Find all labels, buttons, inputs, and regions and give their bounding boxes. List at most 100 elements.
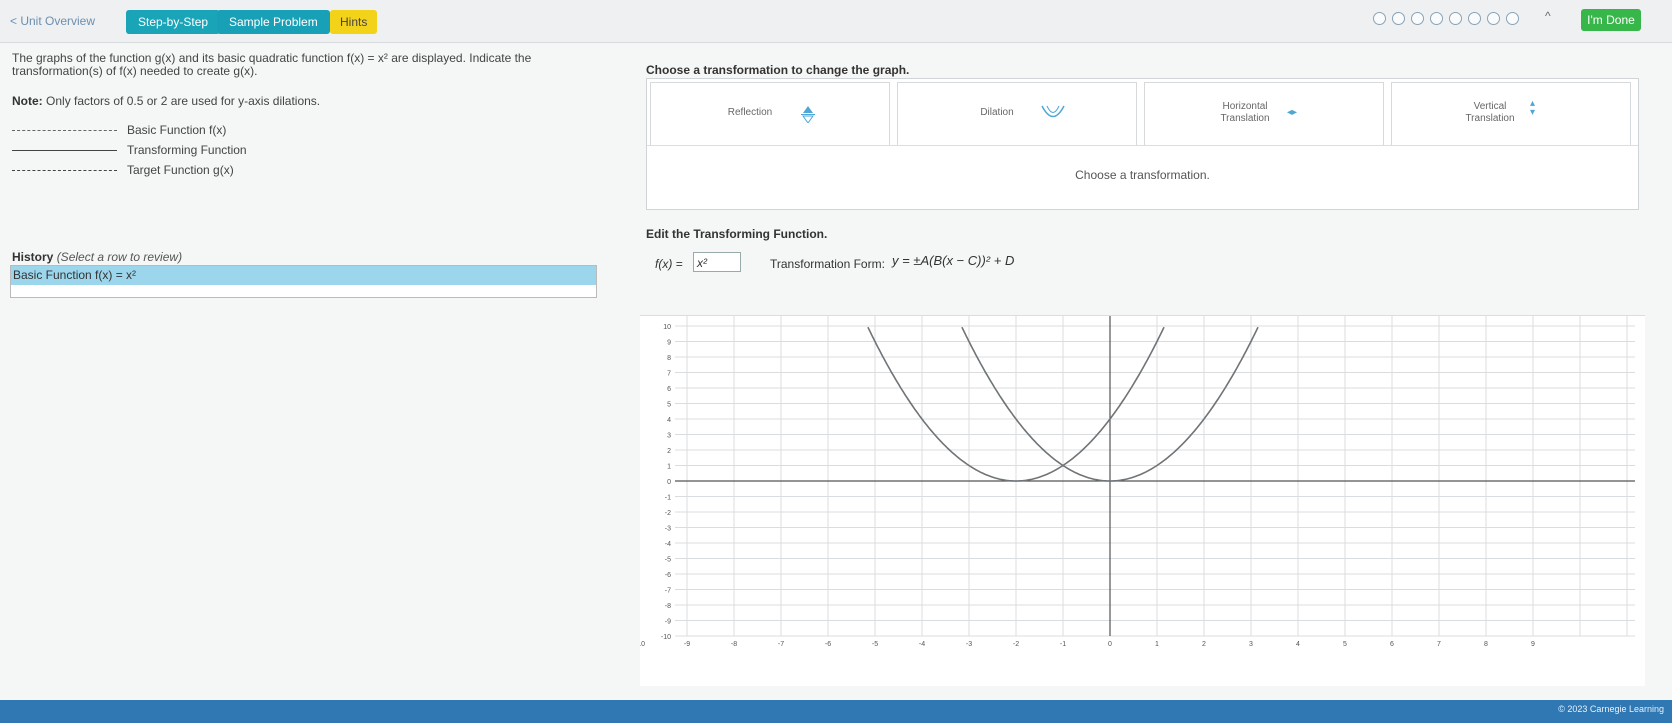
y-tick-label: -2 <box>665 510 671 517</box>
history-table: Basic Function f(x) = x² <box>10 265 597 298</box>
horizontal-translation-button[interactable]: Horizontal Translation ◂▸ <box>1144 82 1384 146</box>
transformation-panel: Reflection Dilation Horizontal Translati… <box>646 78 1639 210</box>
dilation-label: Dilation <box>980 107 1014 118</box>
y-tick-label: 0 <box>667 479 671 486</box>
unit-overview-link[interactable]: < Unit Overview <box>10 14 95 28</box>
x-tick-label: 2 <box>1202 641 1206 648</box>
tab-sample-problem[interactable]: Sample Problem <box>217 10 330 34</box>
y-tick-label: 4 <box>667 417 671 424</box>
graph-legend: Basic Function f(x) Transforming Functio… <box>12 120 247 180</box>
x-tick-label: -5 <box>872 641 878 648</box>
y-tick-label: -5 <box>665 557 671 564</box>
fx-input[interactable]: x² <box>693 252 741 272</box>
done-button[interactable]: I'm Done <box>1581 9 1641 31</box>
legend-line-basic <box>12 129 117 131</box>
x-tick-label: -2 <box>1013 641 1019 648</box>
reflection-icon <box>801 106 815 123</box>
reflection-label: Reflection <box>727 107 773 118</box>
x-tick-label: 0 <box>1108 641 1112 648</box>
dilation-button[interactable]: Dilation <box>897 82 1137 146</box>
problem-line-2: transformation(s) of f(x) needed to crea… <box>12 64 258 78</box>
history-hint: (Select a row to review) <box>56 250 183 264</box>
x-tick-label: 4 <box>1296 641 1300 648</box>
y-tick-label: -8 <box>665 603 671 610</box>
y-tick-label: -4 <box>665 541 671 548</box>
x-tick-label: -6 <box>825 641 831 648</box>
horizontal-arrows-icon: ◂▸ <box>1287 107 1298 118</box>
y-tick-label: 3 <box>667 433 671 440</box>
x-tick-label: -9 <box>684 641 690 648</box>
legend-basic-label: Basic Function f(x) <box>127 123 227 137</box>
tab-step-by-step[interactable]: Step-by-Step <box>126 10 221 34</box>
x-tick-label: 9 <box>1531 641 1535 648</box>
progress-dots <box>1373 12 1519 25</box>
y-tick-label: -3 <box>665 526 671 533</box>
x-tick-label: 8 <box>1484 641 1488 648</box>
app-screen: < Unit Overview Step-by-Step Sample Prob… <box>0 0 1672 700</box>
x-tick-label: -3 <box>966 641 972 648</box>
x-tick-label: 5 <box>1343 641 1347 648</box>
problem-statement: The graphs of the function g(x) and its … <box>12 52 572 78</box>
legend-target-label: Target Function g(x) <box>127 163 234 177</box>
hints-button[interactable]: Hints <box>330 10 378 34</box>
top-bar: < Unit Overview Step-by-Step Sample Prob… <box>0 0 1672 43</box>
history-label: History <box>12 250 54 264</box>
legend-target: Target Function g(x) <box>12 160 247 180</box>
transformation-placeholder: Choose a transformation. <box>647 145 1638 206</box>
progress-dot <box>1487 12 1500 25</box>
legend-line-transforming <box>12 149 117 151</box>
y-tick-label: 1 <box>667 464 671 471</box>
y-tick-label: -10 <box>661 634 671 641</box>
progress-dot <box>1392 12 1405 25</box>
progress-dot <box>1449 12 1462 25</box>
graph-area: -10-9-8-7-6-5-4-3-2-10123456789109876543… <box>635 315 1645 686</box>
x-tick-label: 3 <box>1249 641 1253 648</box>
y-tick-label: -6 <box>665 572 671 579</box>
x-tick-label: -4 <box>919 641 925 648</box>
progress-dot <box>1506 12 1519 25</box>
y-tick-label: 8 <box>667 355 671 362</box>
legend-basic: Basic Function f(x) <box>12 120 247 140</box>
y-tick-label: 5 <box>667 402 671 409</box>
transformation-form-equation: y = ±A(B(x − C))² + D <box>892 253 1015 268</box>
x-tick-label: 6 <box>1390 641 1394 648</box>
x-tick-label: 1 <box>1155 641 1159 648</box>
y-tick-label: 10 <box>663 324 671 331</box>
history-title: History (Select a row to review) <box>12 250 182 264</box>
edit-heading: Edit the Transforming Function. <box>646 227 828 241</box>
vertical-arrows-icon: ▴ ▾ <box>1530 98 1536 118</box>
reflection-button[interactable]: Reflection <box>650 82 890 146</box>
progress-dot <box>1411 12 1424 25</box>
y-tick-label: 9 <box>667 340 671 347</box>
x-tick-label: -1 <box>1060 641 1066 648</box>
progress-dot <box>1373 12 1386 25</box>
x-tick-label: 7 <box>1437 641 1441 648</box>
y-tick-label: 6 <box>667 386 671 393</box>
y-tick-label: -7 <box>665 588 671 595</box>
fx-label: f(x) = <box>655 257 683 271</box>
progress-dot <box>1430 12 1443 25</box>
x-tick-label: -10 <box>640 641 645 648</box>
x-tick-label: -7 <box>778 641 784 648</box>
coordinate-plane[interactable]: -10-9-8-7-6-5-4-3-2-10123456789109876543… <box>635 316 1645 686</box>
dilation-note: Note: Only factors of 0.5 or 2 are used … <box>12 94 320 108</box>
y-tick-label: -1 <box>665 495 671 502</box>
y-tick-label: 7 <box>667 371 671 378</box>
transformation-form-label: Transformation Form: <box>770 257 885 271</box>
transformation-heading: Choose a transformation to change the gr… <box>646 63 910 77</box>
note-text: Only factors of 0.5 or 2 are used for y-… <box>46 94 321 108</box>
progress-dot <box>1468 12 1481 25</box>
legend-line-target <box>12 169 117 171</box>
horizontal-translation-label: Horizontal Translation <box>1220 101 1270 124</box>
x-tick-label: -8 <box>731 641 737 648</box>
vertical-translation-button[interactable]: Vertical Translation ▴ ▾ <box>1391 82 1631 146</box>
copyright-text: © 2023 Carnegie Learning <box>1558 704 1664 714</box>
chevron-up-icon[interactable]: ^ <box>1545 9 1551 23</box>
legend-transforming: Transforming Function <box>12 140 247 160</box>
note-label: Note: <box>12 94 43 108</box>
y-tick-label: -9 <box>665 619 671 626</box>
legend-transforming-label: Transforming Function <box>127 143 247 157</box>
history-row[interactable]: Basic Function f(x) = x² <box>11 266 596 285</box>
bottom-bar: © 2023 Carnegie Learning <box>0 700 1672 723</box>
vertical-translation-label: Vertical Translation <box>1465 101 1515 124</box>
